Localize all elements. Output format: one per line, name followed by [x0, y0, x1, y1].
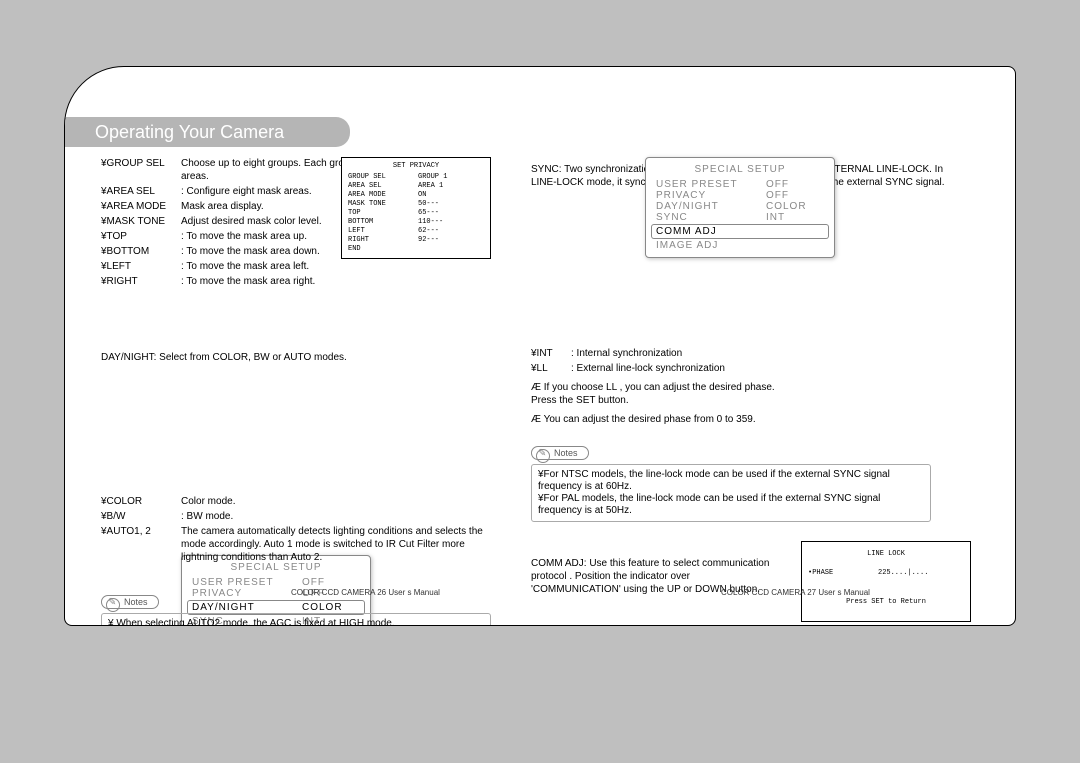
menu-key: DAY/NIGHT: [656, 201, 766, 212]
menu-row: USER PRESETOFF: [192, 577, 360, 588]
txt: : To move the mask area right.: [181, 275, 491, 288]
menu-key: USER PRESET: [192, 577, 302, 588]
special-setup-menu-2: SPECIAL SETUP USER PRESETOFFPRIVACYOFFDA…: [645, 157, 835, 258]
menu-title: SET PRIVACY: [348, 162, 484, 171]
lbl: ¥INT: [531, 347, 571, 360]
menu-key: AREA MODE: [348, 191, 418, 200]
menu-row: RIGHT92---: [348, 236, 484, 245]
footer-right: COLOR CCD CAMERA 27 User s Manual: [721, 588, 870, 597]
menu-val: [418, 245, 484, 254]
menu-title: SPECIAL SETUP: [656, 164, 824, 175]
menu-key: IMAGE ADJ: [656, 240, 766, 251]
lbl: ¥LL: [531, 362, 571, 375]
menu-val: GROUP 1: [418, 173, 484, 182]
sync-details: ¥INT: Internal synchronization ¥LL: Exte…: [531, 347, 991, 430]
menu-val: ON: [418, 191, 484, 200]
lbl: ¥LEFT: [101, 260, 181, 273]
menu-val: OFF: [302, 577, 360, 588]
outer-frame: Operating Your Camera ¥GROUP SELChoose u…: [36, 36, 1044, 656]
menu-key: RIGHT: [348, 236, 418, 245]
menu-key: BOTTOM: [348, 218, 418, 227]
menu-row: SYNCINT: [656, 212, 824, 223]
menu-row: AREA SELAREA 1: [348, 182, 484, 191]
sync-notes: Notes ¥For NTSC models, the line-lock mo…: [531, 440, 991, 522]
note-line: ¥For NTSC models, the line-lock mode can…: [538, 469, 924, 493]
menu-key: END: [348, 245, 418, 254]
menu-val: 50---: [418, 200, 484, 209]
txt: : External line-lock synchronization: [571, 362, 791, 375]
menu-key: SYNC: [656, 212, 766, 223]
menu-val: INT: [766, 212, 824, 223]
daynight-modes: ¥COLORColor mode. ¥B/W: BW mode. ¥AUTO1,…: [101, 495, 491, 566]
menu-row: COMM ADJ: [652, 225, 828, 238]
menu-key: PRIVACY: [656, 190, 766, 201]
lbl: ¥RIGHT: [101, 275, 181, 288]
lbl: ¥AREA SEL: [101, 185, 181, 198]
menu-val: [766, 240, 824, 251]
set-privacy-menu: SET PRIVACY GROUP SELGROUP 1AREA SELAREA…: [341, 157, 491, 259]
menu-row: AREA MODEON: [348, 191, 484, 200]
notes-box: ¥ When selecting AUTO2 mode, the AGC is …: [101, 613, 491, 626]
ll-note-2: Æ You can adjust the desired phase from …: [531, 413, 791, 426]
menu-key: COMM ADJ: [656, 226, 766, 237]
lbl: ¥AREA MODE: [101, 200, 181, 213]
menu-row: USER PRESETOFF: [656, 179, 824, 190]
lbl: ¥AUTO1, 2: [101, 525, 181, 564]
lbl: ¥COLOR: [101, 495, 181, 508]
menu-val: 65---: [418, 209, 484, 218]
menu-val: 110---: [418, 218, 484, 227]
menu-key: USER PRESET: [656, 179, 766, 190]
lbl: ¥TOP: [101, 230, 181, 243]
menu-row: TOP65---: [348, 209, 484, 218]
notes-box: ¥For NTSC models, the line-lock mode can…: [531, 464, 931, 522]
menu-val: 62---: [418, 227, 484, 236]
manual-page: Operating Your Camera ¥GROUP SELChoose u…: [64, 66, 1016, 626]
sync-block: SYNC: Two synchronization modes are avai…: [531, 157, 991, 193]
txt: The camera automatically detects lightin…: [181, 525, 491, 564]
lbl: ¥GROUP SEL: [101, 157, 181, 183]
menu-val: AREA 1: [418, 182, 484, 191]
menu-val: [766, 226, 824, 237]
ll-note-1: Æ If you choose LL , you can adjust the …: [531, 381, 791, 407]
notes-label: Notes: [101, 595, 159, 609]
menu-row: DAY/NIGHTCOLOR: [656, 201, 824, 212]
lbl: ¥BOTTOM: [101, 245, 181, 258]
txt: Color mode.: [181, 495, 491, 508]
menu-row: BOTTOM110---: [348, 218, 484, 227]
lbl: ¥B/W: [101, 510, 181, 523]
lbl: ¥MASK TONE: [101, 215, 181, 228]
daynight-intro: DAY/NIGHT: Select from COLOR, BW or AUTO…: [101, 351, 491, 364]
menu-key: TOP: [348, 209, 418, 218]
menu-val: OFF: [766, 179, 824, 190]
menu-row: IMAGE ADJ: [656, 240, 824, 251]
menu-row: PRIVACYOFF: [656, 190, 824, 201]
menu-key: AREA SEL: [348, 182, 418, 191]
menu-key: GROUP SEL: [348, 173, 418, 182]
txt: : Internal synchronization: [571, 347, 791, 360]
menu-row: LEFT62---: [348, 227, 484, 236]
section-header: Operating Your Camera: [65, 117, 350, 147]
menu-val: COLOR: [766, 201, 824, 212]
txt: : To move the mask area left.: [181, 260, 491, 273]
txt: : BW mode.: [181, 510, 491, 523]
notes-label: Notes: [531, 446, 589, 460]
note-line: ¥For PAL models, the line-lock mode can …: [538, 493, 924, 517]
footer-left: COLOR CCD CAMERA 26 User s Manual: [291, 588, 440, 597]
menu-row: MASK TONE50---: [348, 200, 484, 209]
menu-val: 92---: [418, 236, 484, 245]
menu-key: MASK TONE: [348, 200, 418, 209]
menu-key: LEFT: [348, 227, 418, 236]
privacy-params: ¥GROUP SELChoose up to eight groups. Eac…: [101, 157, 491, 290]
content-area: ¥GROUP SELChoose up to eight groups. Eac…: [101, 157, 1015, 605]
menu-row: GROUP SELGROUP 1: [348, 173, 484, 182]
menu-val: OFF: [766, 190, 824, 201]
daynight-block: DAY/NIGHT: Select from COLOR, BW or AUTO…: [101, 345, 491, 368]
menu-row: END: [348, 245, 484, 254]
